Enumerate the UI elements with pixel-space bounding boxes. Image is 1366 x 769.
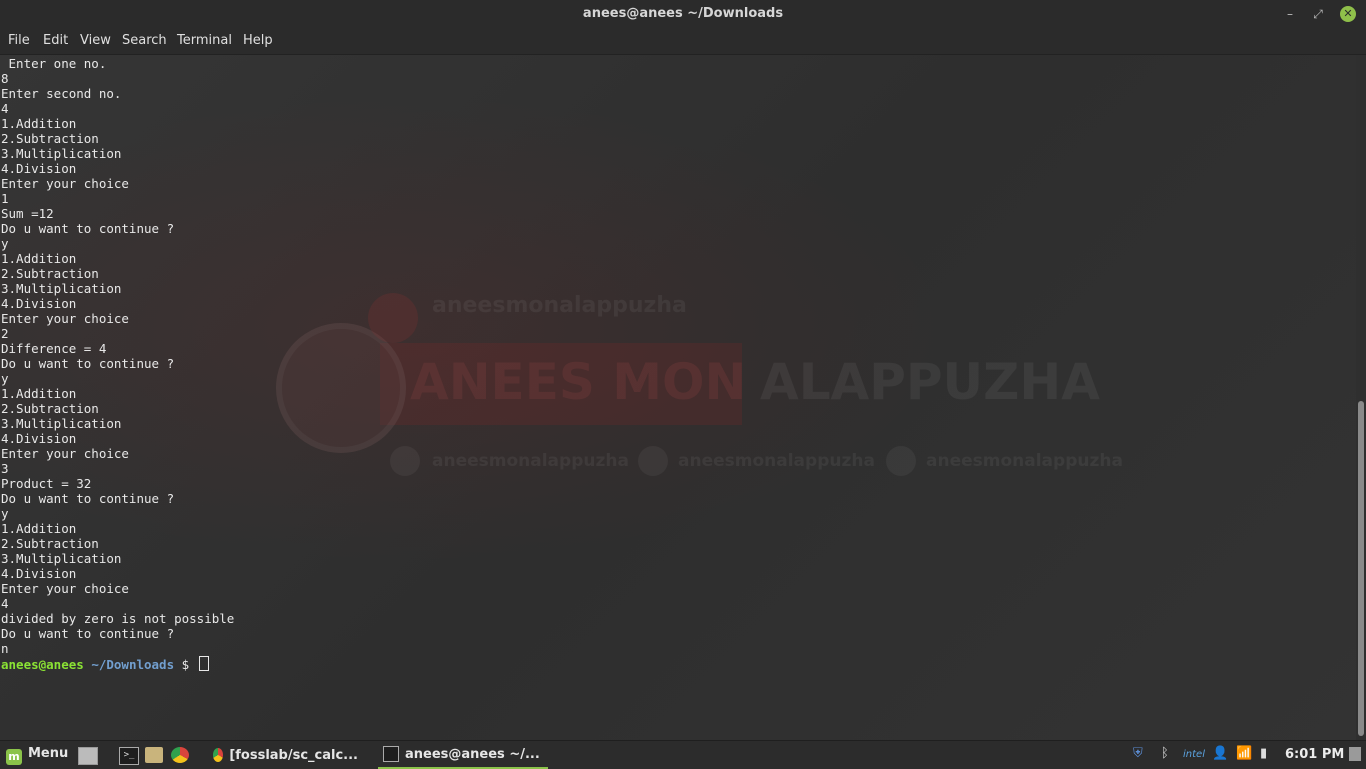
output-line: Do u want to continue ? <box>1 626 175 641</box>
output-line: 3.Multiplication <box>1 416 122 431</box>
instagram-icon <box>886 446 916 476</box>
wallpaper-banner-right: ALAPPUZHA <box>760 353 1100 411</box>
wallpaper-social-1: aneesmonalappuzha <box>432 451 629 471</box>
googleplus-icon <box>638 446 668 476</box>
wallpaper-channel: aneesmonalappuzha <box>432 293 687 318</box>
output-line: 4.Division <box>1 161 77 176</box>
output-line: 2.Subtraction <box>1 266 99 281</box>
output-line: 1.Addition <box>1 521 77 536</box>
output-line: Enter second no. <box>1 86 122 101</box>
output-line: Do u want to continue ? <box>1 491 175 506</box>
wallpaper-social-2: aneesmonalappuzha <box>678 451 875 471</box>
output-line: 2.Subtraction <box>1 536 99 551</box>
taskbar-item-label: anees@anees ~/... <box>405 746 540 762</box>
output-line: Enter your choice <box>1 176 129 191</box>
output-line: Enter your choice <box>1 311 129 326</box>
terminal-launcher-icon[interactable]: >_ <box>119 747 139 765</box>
output-line: 4.Division <box>1 296 77 311</box>
terminal-icon <box>383 746 399 762</box>
output-line: divided by zero is not possible <box>1 611 235 626</box>
desktop-corner-icon[interactable] <box>1349 747 1361 761</box>
output-line: Enter one no. <box>8 56 107 71</box>
terminal-output: Enter one no. 8 Enter second no. 4 1.Add… <box>1 56 234 672</box>
mint-logo-icon: m <box>6 749 22 765</box>
prompt-path: ~/Downloads <box>83 657 175 672</box>
prompt-line[interactable]: anees@anees ~/Downloads $ <box>1 656 234 672</box>
shield-icon[interactable]: ⛨ <box>1133 746 1143 761</box>
clock[interactable]: 6:01 PM <box>1285 747 1344 762</box>
menu-help[interactable]: Help <box>243 33 273 48</box>
terminal-area[interactable]: aneesmonalappuzha ANEES MON ALAPPUZHA an… <box>0 55 1356 740</box>
output-line: Do u want to continue ? <box>1 356 175 371</box>
output-line: y <box>1 371 9 386</box>
chrome-launcher-icon[interactable] <box>171 747 189 763</box>
wifi-icon[interactable]: 📶 <box>1236 746 1252 761</box>
output-line: 8 <box>1 71 9 86</box>
facebook-icon <box>390 446 420 476</box>
scrollbar-thumb[interactable] <box>1358 401 1364 736</box>
menu-edit[interactable]: Edit <box>43 33 68 48</box>
output-line: 1 <box>1 191 9 206</box>
menu-view[interactable]: View <box>80 33 111 48</box>
intel-icon[interactable]: intel <box>1183 749 1205 760</box>
output-line: 1.Addition <box>1 116 77 131</box>
output-line: Enter your choice <box>1 581 129 596</box>
show-desktop-icon[interactable] <box>78 747 98 765</box>
terminal-cursor <box>198 656 209 671</box>
taskbar-item-label: [fosslab/sc_calc... <box>229 747 358 763</box>
window-titlebar[interactable]: anees@anees ~/Downloads – ⤢ ✕ <box>0 0 1366 28</box>
output-line: 4 <box>1 596 9 611</box>
output-line: Enter your choice <box>1 446 129 461</box>
terminal-scrollbar[interactable] <box>1356 55 1366 740</box>
wallpaper-avatar <box>276 323 406 453</box>
output-line: 4.Division <box>1 431 77 446</box>
youtube-icon <box>368 293 418 343</box>
output-lines: Enter one no. 8 Enter second no. 4 1.Add… <box>1 56 234 656</box>
output-line: 2.Subtraction <box>1 401 99 416</box>
output-line: 3 <box>1 461 9 476</box>
output-line: 3.Multiplication <box>1 551 122 566</box>
output-line: 3.Multiplication <box>1 146 122 161</box>
start-menu-label: Menu <box>28 746 69 761</box>
maximize-button[interactable]: ⤢ <box>1310 6 1326 22</box>
output-line: 4.Division <box>1 566 77 581</box>
output-line: y <box>1 236 9 251</box>
output-line: 3.Multiplication <box>1 281 122 296</box>
taskbar-item-terminal[interactable]: anees@anees ~/... <box>378 741 548 769</box>
menu-terminal[interactable]: Terminal <box>177 33 232 48</box>
menu-file[interactable]: File <box>8 33 30 48</box>
wallpaper-banner-left: ANEES MON <box>410 353 747 411</box>
output-line: Do u want to continue ? <box>1 221 175 236</box>
output-line: Product = 32 <box>1 476 92 491</box>
prompt-symbol: $ <box>174 657 197 672</box>
output-line: 2 <box>1 326 9 341</box>
close-button[interactable]: ✕ <box>1340 6 1356 22</box>
start-menu-button[interactable]: m Menu <box>6 746 68 765</box>
output-line: n <box>1 641 9 656</box>
wallpaper-social-3: aneesmonalappuzha <box>926 451 1123 471</box>
user-icon[interactable]: 👤 <box>1212 746 1228 761</box>
output-line: 1.Addition <box>1 251 77 266</box>
output-line: y <box>1 506 9 521</box>
output-line: 2.Subtraction <box>1 131 99 146</box>
minimize-button[interactable]: – <box>1282 6 1298 22</box>
taskbar: m Menu >_ [fosslab/sc_calc... anees@anees… <box>0 740 1366 769</box>
window-title: anees@anees ~/Downloads <box>582 6 784 21</box>
menu-search[interactable]: Search <box>122 33 167 48</box>
output-line: 1.Addition <box>1 386 77 401</box>
chrome-icon <box>213 748 224 762</box>
output-line: Sum =12 <box>1 206 54 221</box>
taskbar-item-browser[interactable]: [fosslab/sc_calc... <box>208 741 358 769</box>
prompt-user: anees@anees <box>1 657 84 672</box>
files-launcher-icon[interactable] <box>145 747 163 763</box>
bluetooth-icon[interactable]: ᛒ <box>1161 746 1169 761</box>
battery-icon[interactable]: ▮ <box>1260 746 1267 761</box>
menu-bar: File Edit View Search Terminal Help <box>0 28 1366 55</box>
output-line: 4 <box>1 101 9 116</box>
output-line: Difference = 4 <box>1 341 107 356</box>
